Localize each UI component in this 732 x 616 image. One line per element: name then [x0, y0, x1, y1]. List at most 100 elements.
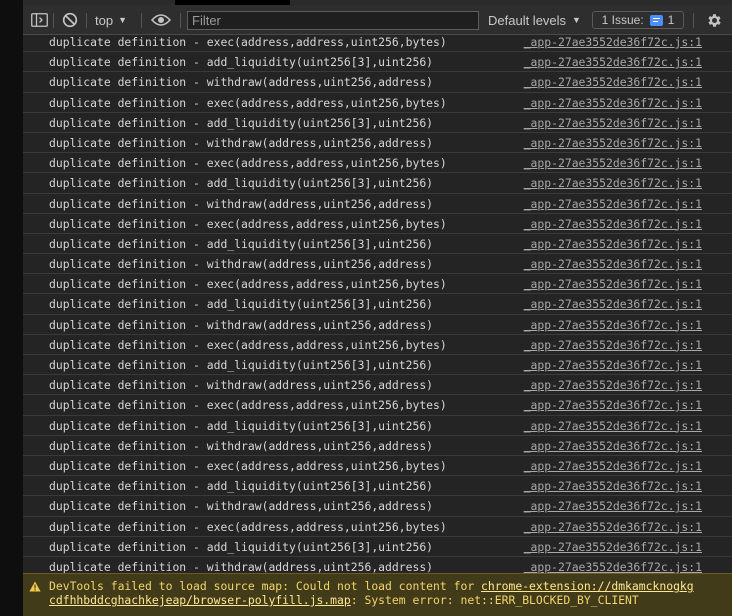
console-log-list: duplicate definition - exec(address,addr…	[23, 32, 732, 578]
log-source-link[interactable]: _app-27ae3552de36f72c.js:1	[524, 257, 702, 271]
log-source-link[interactable]: _app-27ae3552de36f72c.js:1	[524, 176, 702, 190]
log-message: duplicate definition - exec(address,addr…	[49, 398, 447, 413]
log-message: duplicate definition - exec(address,addr…	[49, 519, 447, 534]
log-message: duplicate definition - add_liquidity(uin…	[49, 236, 434, 251]
log-message: duplicate definition - withdraw(address,…	[49, 257, 434, 272]
log-message: duplicate definition - withdraw(address,…	[49, 317, 434, 332]
log-row: duplicate definition - exec(address,addr…	[23, 395, 732, 416]
log-source-link[interactable]: _app-27ae3552de36f72c.js:1	[524, 378, 702, 392]
log-row: duplicate definition - withdraw(address,…	[23, 194, 732, 214]
log-source-link[interactable]: _app-27ae3552de36f72c.js:1	[524, 55, 702, 69]
log-row: duplicate definition - add_liquidity(uin…	[23, 173, 732, 194]
log-message: duplicate definition - withdraw(address,…	[49, 438, 434, 453]
log-message: duplicate definition - withdraw(address,…	[49, 559, 434, 574]
log-row: duplicate definition - add_liquidity(uin…	[23, 537, 732, 557]
toolbar-separator	[141, 13, 142, 28]
log-source-link[interactable]: _app-27ae3552de36f72c.js:1	[524, 116, 702, 130]
log-levels-select[interactable]: Default levels ▼	[488, 11, 581, 29]
log-row: duplicate definition - exec(address,addr…	[23, 274, 732, 295]
log-source-link[interactable]: _app-27ae3552de36f72c.js:1	[524, 156, 702, 170]
log-source-link[interactable]: _app-27ae3552de36f72c.js:1	[524, 540, 702, 554]
log-message: duplicate definition - exec(address,addr…	[49, 337, 447, 352]
log-message: duplicate definition - withdraw(address,…	[49, 499, 434, 514]
log-message: duplicate definition - withdraw(address,…	[49, 135, 434, 150]
log-row: duplicate definition - withdraw(address,…	[23, 375, 732, 396]
log-source-link[interactable]: _app-27ae3552de36f72c.js:1	[524, 136, 702, 150]
log-source-link[interactable]: _app-27ae3552de36f72c.js:1	[524, 499, 702, 513]
log-row: duplicate definition - add_liquidity(uin…	[23, 52, 732, 73]
log-message: duplicate definition - add_liquidity(uin…	[49, 297, 434, 312]
log-message: duplicate definition - withdraw(address,…	[49, 196, 434, 211]
log-source-link[interactable]: _app-27ae3552de36f72c.js:1	[524, 459, 702, 473]
log-message: duplicate definition - add_liquidity(uin…	[49, 115, 434, 130]
log-message: duplicate definition - exec(address,addr…	[49, 277, 447, 292]
context-label: top	[95, 12, 114, 28]
log-row: duplicate definition - add_liquidity(uin…	[23, 113, 732, 133]
clear-console-icon[interactable]	[61, 11, 79, 29]
log-row: duplicate definition - add_liquidity(uin…	[23, 294, 732, 315]
log-source-link[interactable]: _app-27ae3552de36f72c.js:1	[524, 197, 702, 211]
log-row: duplicate definition - withdraw(address,…	[23, 133, 732, 154]
log-source-link[interactable]: _app-27ae3552de36f72c.js:1	[524, 439, 702, 453]
log-row: duplicate definition - exec(address,addr…	[23, 153, 732, 174]
caret-down-icon: ▼	[118, 15, 127, 25]
toolbar-separator	[693, 13, 694, 28]
log-source-link[interactable]: _app-27ae3552de36f72c.js:1	[524, 96, 702, 110]
log-message: duplicate definition - add_liquidity(uin…	[49, 479, 434, 494]
toolbar-separator	[180, 13, 181, 28]
sidebar-toggle-icon[interactable]	[30, 12, 48, 28]
warning-message: DevTools failed to load source map: Coul…	[23, 573, 732, 616]
warning-line-1: DevTools failed to load source map: Coul…	[49, 579, 694, 593]
warning-line-2: cdfhhbddcghachkejeap/browser-polyfill.js…	[49, 593, 639, 607]
log-source-link[interactable]: _app-27ae3552de36f72c.js:1	[524, 419, 702, 433]
log-source-link[interactable]: _app-27ae3552de36f72c.js:1	[524, 277, 702, 291]
log-source-link[interactable]: _app-27ae3552de36f72c.js:1	[524, 318, 702, 332]
gear-icon[interactable]	[705, 11, 723, 29]
toolbar-separator	[86, 13, 87, 28]
eye-icon[interactable]	[150, 11, 172, 29]
warning-suffix: : System error: net::ERR_BLOCKED_BY_CLIE…	[350, 593, 639, 607]
log-message: duplicate definition - exec(address,addr…	[49, 458, 447, 473]
log-message: duplicate definition - withdraw(address,…	[49, 75, 434, 90]
issue-message-icon	[649, 14, 663, 26]
log-message: duplicate definition - add_liquidity(uin…	[49, 176, 434, 191]
log-source-link[interactable]: _app-27ae3552de36f72c.js:1	[524, 35, 702, 49]
log-source-link[interactable]: _app-27ae3552de36f72c.js:1	[524, 75, 702, 89]
log-message: duplicate definition - add_liquidity(uin…	[49, 358, 434, 372]
caret-down-icon: ▼	[572, 15, 581, 25]
issues-count: 1	[667, 13, 675, 27]
log-source-link[interactable]: _app-27ae3552de36f72c.js:1	[524, 297, 702, 311]
log-source-link[interactable]: _app-27ae3552de36f72c.js:1	[524, 398, 702, 412]
filter-input[interactable]	[187, 11, 479, 30]
log-source-link[interactable]: _app-27ae3552de36f72c.js:1	[524, 217, 702, 231]
log-message: duplicate definition - exec(address,addr…	[49, 95, 447, 110]
left-edge-strip	[0, 0, 23, 616]
log-source-link[interactable]: _app-27ae3552de36f72c.js:1	[524, 237, 702, 251]
log-message: duplicate definition - add_liquidity(uin…	[49, 55, 434, 70]
log-source-link[interactable]: _app-27ae3552de36f72c.js:1	[524, 358, 702, 372]
log-source-link[interactable]: _app-27ae3552de36f72c.js:1	[524, 338, 702, 352]
log-message: duplicate definition - add_liquidity(uin…	[49, 539, 434, 554]
context-select[interactable]: top ▼	[95, 11, 127, 29]
log-source-link[interactable]: _app-27ae3552de36f72c.js:1	[524, 479, 702, 493]
log-row: duplicate definition - add_liquidity(uin…	[23, 416, 732, 436]
issues-label: 1 Issue:	[601, 13, 644, 27]
log-source-link[interactable]: _app-27ae3552de36f72c.js:1	[524, 520, 702, 534]
log-row: duplicate definition - exec(address,addr…	[23, 335, 732, 355]
log-row: duplicate definition - withdraw(address,…	[23, 72, 732, 93]
log-row: duplicate definition - withdraw(address,…	[23, 436, 732, 456]
devtools-console-panel: top ▼ Default levels ▼ 1 Issue: 1 dup	[23, 0, 732, 616]
log-message: duplicate definition - withdraw(address,…	[49, 378, 434, 393]
issues-button[interactable]: 1 Issue: 1	[592, 11, 684, 29]
source-map-link[interactable]: chrome-extension://dmkamcknogkg	[481, 579, 694, 593]
log-row: duplicate definition - add_liquidity(uin…	[23, 476, 732, 497]
log-row: duplicate definition - add_liquidity(uin…	[23, 355, 732, 376]
log-message: duplicate definition - exec(address,addr…	[49, 156, 447, 171]
log-row: duplicate definition - withdraw(address,…	[23, 496, 732, 517]
log-row: duplicate definition - exec(address,addr…	[23, 32, 732, 53]
log-source-link[interactable]: _app-27ae3552de36f72c.js:1	[524, 560, 702, 574]
levels-label: Default levels	[488, 12, 567, 28]
scrollbar[interactable]	[728, 36, 732, 573]
source-map-link-continued[interactable]: cdfhhbddcghachkejeap/browser-polyfill.js…	[49, 593, 351, 607]
log-message: duplicate definition - exec(address,addr…	[49, 35, 447, 49]
